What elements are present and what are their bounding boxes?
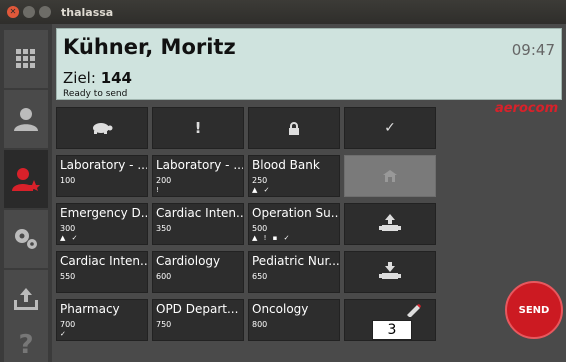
destination-tile[interactable]: Emergency D... 300 ▲ ✓ — [56, 203, 148, 245]
destination-tile[interactable]: Cardiac Inten... 350 — [152, 203, 244, 245]
pencil-icon — [407, 304, 421, 317]
destination-code: 650 — [252, 272, 268, 281]
turtle-icon — [93, 123, 113, 134]
destination-flags: ! — [156, 186, 161, 194]
destination-name: OPD Depart... — [156, 302, 239, 316]
option-confirm-button[interactable]: ✓ — [344, 107, 436, 149]
destination-name: Cardiac Inten... — [156, 206, 244, 220]
brand-logo: aerocom — [495, 101, 559, 116]
help-icon: ? — [18, 330, 34, 360]
destination-name: Emergency D... — [60, 206, 148, 220]
destination-tile[interactable]: Laboratory - ... 100 — [56, 155, 148, 197]
destination-flags: ▲ ✓ — [252, 186, 272, 194]
destination-tile[interactable]: OPD Depart... 750 — [152, 299, 244, 341]
destination-flags: ▲ ! ▪ ✓ — [252, 234, 292, 242]
sidebar-grid-button[interactable] — [4, 30, 48, 88]
user-icon — [14, 108, 38, 131]
destination-flags: ▲ ✓ — [60, 234, 80, 242]
destination-code: 500 — [252, 224, 268, 233]
close-window-button[interactable]: ✕ — [7, 6, 19, 18]
sidebar-user-button[interactable] — [4, 90, 48, 148]
recipient-header: Kühner, Moritz 09:47 Ziel: 144 Ready to … — [56, 28, 562, 100]
sidebar-upload-button[interactable] — [4, 270, 48, 328]
destination-name: Pediatric Nur... — [252, 254, 340, 268]
sidebar-user-star-button[interactable] — [4, 150, 48, 208]
destination-code: 100 — [60, 176, 76, 185]
clock-time: 09:47 — [511, 41, 555, 59]
destination-name: Laboratory - ... — [60, 158, 148, 172]
user-star-icon — [12, 168, 40, 191]
lock-icon — [289, 121, 299, 135]
capsule-up-icon — [379, 214, 401, 231]
destination-name: Laboratory - ... — [156, 158, 244, 172]
option-slow-button[interactable] — [56, 107, 148, 149]
destination-tile[interactable]: Laboratory - ... 200 ! — [152, 155, 244, 197]
destination-code: 250 — [252, 176, 268, 185]
sidebar-help-button[interactable]: ? — [4, 328, 48, 362]
destination-name: Cardiology — [156, 254, 221, 268]
destination-name: Pharmacy — [60, 302, 120, 316]
exclamation-icon: ! — [194, 119, 202, 137]
target-value: 144 — [100, 69, 132, 87]
destination-name: Cardiac Inten... — [60, 254, 148, 268]
grid-icon — [16, 49, 35, 68]
gears-icon — [15, 229, 37, 249]
destination-code: 200 — [156, 176, 172, 185]
destination-code: 600 — [156, 272, 172, 281]
option-lock-button[interactable] — [248, 107, 340, 149]
destination-name: Operation Su... — [252, 206, 340, 220]
check-icon: ✓ — [384, 120, 396, 136]
capsule-down-icon — [379, 262, 401, 279]
send-button[interactable]: SEND — [505, 281, 563, 339]
destination-code: 300 — [60, 224, 76, 233]
destination-tile[interactable]: Pediatric Nur... 650 — [248, 251, 340, 293]
capsule-count: 3 — [372, 320, 412, 340]
destination-code: 700 — [60, 320, 76, 329]
destination-name: Oncology — [252, 302, 309, 316]
home-station-button — [344, 155, 436, 197]
patient-name: Kühner, Moritz — [63, 35, 236, 59]
title-bar: ✕ thalassa — [0, 0, 566, 24]
sidebar-settings-button[interactable] — [4, 210, 48, 268]
send-capsule-down-button[interactable] — [344, 251, 436, 293]
house-icon — [383, 170, 397, 182]
destination-tile[interactable]: Oncology 800 — [248, 299, 340, 341]
destination-code: 750 — [156, 320, 172, 329]
app-window: ✕ thalassa ? Kühner, Moritz 09:47 Ziel: … — [0, 0, 566, 362]
target-line: Ziel: 144 — [63, 69, 132, 87]
destination-code: 350 — [156, 224, 172, 233]
destination-flags: ✓ — [60, 330, 68, 338]
destination-tile[interactable]: Pharmacy 700 ✓ — [56, 299, 148, 341]
send-capsule-up-button[interactable] — [344, 203, 436, 245]
sidebar: ? — [0, 24, 52, 362]
target-label: Ziel: — [63, 69, 96, 87]
destination-code: 550 — [60, 272, 76, 281]
destination-tile[interactable]: Blood Bank 250 ▲ ✓ — [248, 155, 340, 197]
window-title: thalassa — [61, 5, 114, 19]
maximize-window-button[interactable] — [39, 6, 51, 18]
destination-tile[interactable]: Cardiac Inten... 550 — [56, 251, 148, 293]
destination-tile[interactable]: Operation Su... 500 ▲ ! ▪ ✓ — [248, 203, 340, 245]
status-text: Ready to send — [63, 89, 128, 99]
upload-icon — [14, 288, 38, 310]
destination-name: Blood Bank — [252, 158, 320, 172]
destination-tile[interactable]: Cardiology 600 — [152, 251, 244, 293]
option-priority-button[interactable]: ! — [152, 107, 244, 149]
minimize-window-button[interactable] — [23, 6, 35, 18]
destination-code: 800 — [252, 320, 268, 329]
